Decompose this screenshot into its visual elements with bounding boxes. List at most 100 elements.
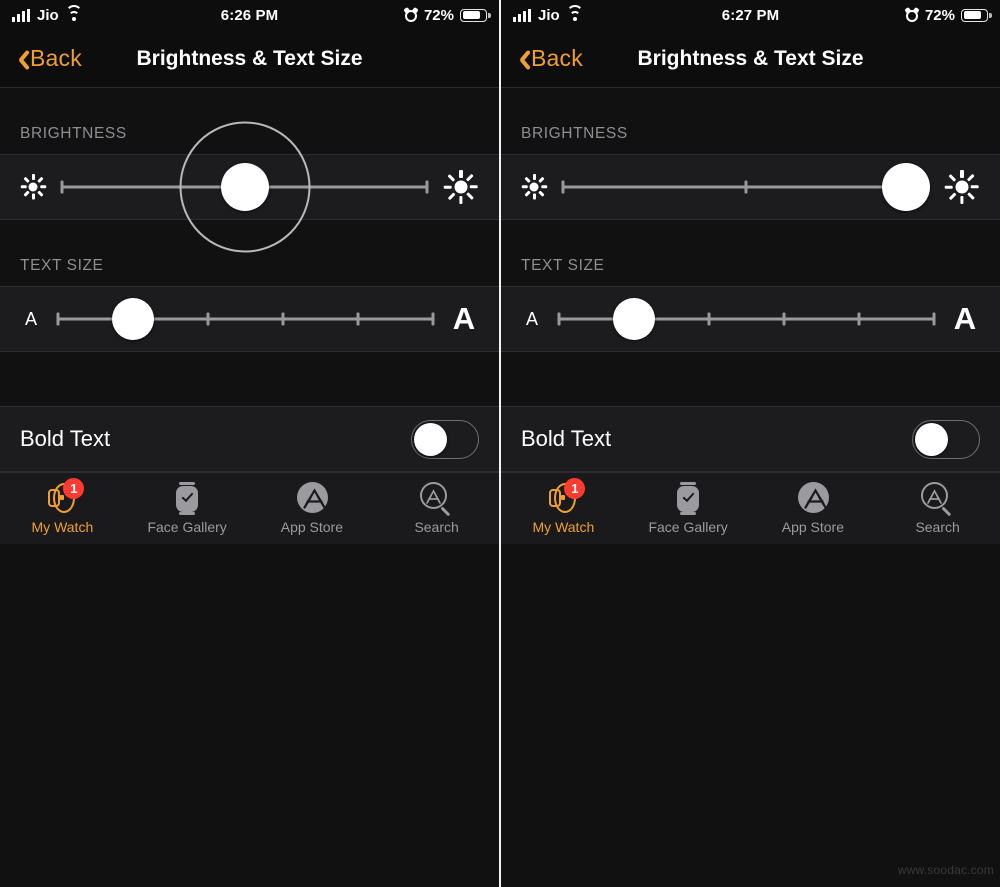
- sun-ray: [538, 176, 545, 183]
- text-size-small-a-label: A: [24, 308, 37, 329]
- toggle-knob: [915, 422, 948, 456]
- status-left: Jio: [513, 4, 584, 24]
- slider-knob[interactable]: [882, 163, 931, 211]
- sun-ray: [960, 170, 964, 178]
- sun-ray: [466, 192, 475, 201]
- bold-text-label: Bold Text: [521, 426, 612, 451]
- brightness-low-sun-icon: [519, 172, 549, 202]
- site-watermark: www.soodac.com: [897, 863, 994, 877]
- sun-core: [28, 182, 38, 192]
- tab-search[interactable]: Search: [374, 482, 499, 535]
- sun-ray: [532, 174, 536, 180]
- sun-ray: [447, 173, 456, 182]
- sun-ray: [960, 196, 964, 204]
- sun-ray: [541, 185, 547, 189]
- status-left: Jio: [12, 4, 83, 24]
- tab-label: App Store: [280, 519, 343, 535]
- sun-core: [955, 180, 969, 194]
- sun-ray: [22, 176, 29, 183]
- brightness-slider[interactable]: [561, 155, 931, 219]
- battery-percent-label: 72%: [423, 6, 454, 24]
- tab-search[interactable]: Search: [875, 482, 1000, 535]
- carrier-label: Jio: [538, 6, 560, 24]
- brightness-slider-row[interactable]: [501, 154, 1000, 220]
- slider-tick: [356, 312, 360, 326]
- status-bar: Jio 6:26 PM 72%: [0, 0, 499, 30]
- apple-watch-icon: 1: [546, 478, 586, 514]
- signal-bars-icon: [513, 8, 531, 22]
- text-size-slider[interactable]: [56, 287, 435, 351]
- chevron-left-icon: [515, 48, 528, 70]
- tab-my-watch[interactable]: 1 My Watch: [0, 478, 125, 535]
- sun-ray: [523, 191, 530, 198]
- status-right: 72%: [403, 6, 491, 24]
- textsize-slider-row[interactable]: A A: [0, 286, 499, 352]
- search-glyph: [926, 489, 942, 504]
- search-store-icon: [419, 482, 454, 517]
- slider-tick: [281, 312, 285, 326]
- tab-my-watch[interactable]: 1 My Watch: [501, 478, 626, 535]
- slider-tick: [425, 180, 429, 194]
- sun-ray: [459, 196, 463, 204]
- sun-ray: [945, 185, 954, 189]
- tab-label: Search: [414, 519, 459, 535]
- app-store-glyph: [804, 488, 827, 509]
- notification-badge: 1: [63, 478, 85, 499]
- watch-face-icon: [170, 482, 204, 515]
- signal-bars-icon: [12, 8, 30, 22]
- back-button-label: Back: [30, 45, 82, 71]
- phone-screen-left: Jio 6:26 PM 72% Back Brightness & Text S…: [0, 0, 499, 887]
- sun-ray: [532, 194, 536, 200]
- status-bar: Jio 6:27 PM 72%: [501, 0, 1000, 30]
- brightness-slider-row[interactable]: [0, 121, 499, 253]
- sun-ray: [948, 192, 957, 201]
- bold-text-toggle[interactable]: [912, 419, 980, 459]
- textsize-section-header: TEXT SIZE: [501, 220, 1000, 286]
- slider-tick: [932, 312, 936, 326]
- notification-badge: 1: [564, 478, 586, 499]
- battery-percent-label: 72%: [924, 6, 955, 24]
- battery-icon: [460, 8, 491, 22]
- sun-ray: [447, 192, 456, 201]
- watch-crown-shape: [561, 495, 566, 500]
- sun-ray: [538, 191, 545, 198]
- brightness-slider[interactable]: [60, 121, 429, 253]
- slider-knob[interactable]: [112, 298, 154, 340]
- slider-tick: [744, 180, 747, 194]
- textsize-slider-row[interactable]: A A: [501, 286, 1000, 352]
- sun-ray: [967, 192, 976, 201]
- slider-knob[interactable]: [613, 298, 655, 340]
- textsize-section-header: TEXT SIZE: [0, 220, 499, 286]
- tab-label: Face Gallery: [147, 519, 227, 535]
- bold-text-row[interactable]: Bold Text: [501, 406, 1000, 472]
- tab-app-store[interactable]: App Store: [751, 482, 876, 535]
- watch-crown-shape: [60, 495, 65, 500]
- slider-tick: [707, 312, 711, 326]
- tab-label: My Watch: [532, 519, 595, 535]
- phone-screen-right: Jio 6:27 PM 72% Back Brightness & Text S…: [501, 0, 1000, 887]
- bold-text-toggle[interactable]: [411, 419, 479, 459]
- sun-ray: [948, 173, 957, 182]
- watch-top-band: [179, 482, 196, 485]
- back-button[interactable]: Back: [14, 45, 82, 72]
- tab-face-gallery[interactable]: Face Gallery: [626, 482, 751, 535]
- tab-app-store[interactable]: App Store: [250, 482, 375, 535]
- back-button-label: Back: [531, 45, 583, 71]
- sun-ray: [37, 176, 44, 183]
- sun-ray: [523, 176, 530, 183]
- alarm-clock-icon: [403, 6, 419, 22]
- brightness-section-header: BRIGHTNESS: [501, 88, 1000, 154]
- slider-tick: [56, 312, 60, 326]
- alarm-clock-icon: [904, 6, 920, 22]
- text-size-large-a-label: A: [452, 301, 476, 336]
- tab-label: My Watch: [31, 519, 94, 535]
- sun-ray: [971, 185, 980, 189]
- sun-ray: [967, 173, 976, 182]
- bold-text-row[interactable]: Bold Text: [0, 406, 499, 472]
- slider-knob[interactable]: [220, 163, 269, 211]
- text-size-slider[interactable]: [557, 287, 936, 351]
- back-button[interactable]: Back: [515, 45, 583, 72]
- tab-face-gallery[interactable]: Face Gallery: [125, 482, 250, 535]
- tab-bar: 1 My Watch Face Gallery App Store Search: [0, 472, 499, 544]
- slider-tick: [206, 312, 210, 326]
